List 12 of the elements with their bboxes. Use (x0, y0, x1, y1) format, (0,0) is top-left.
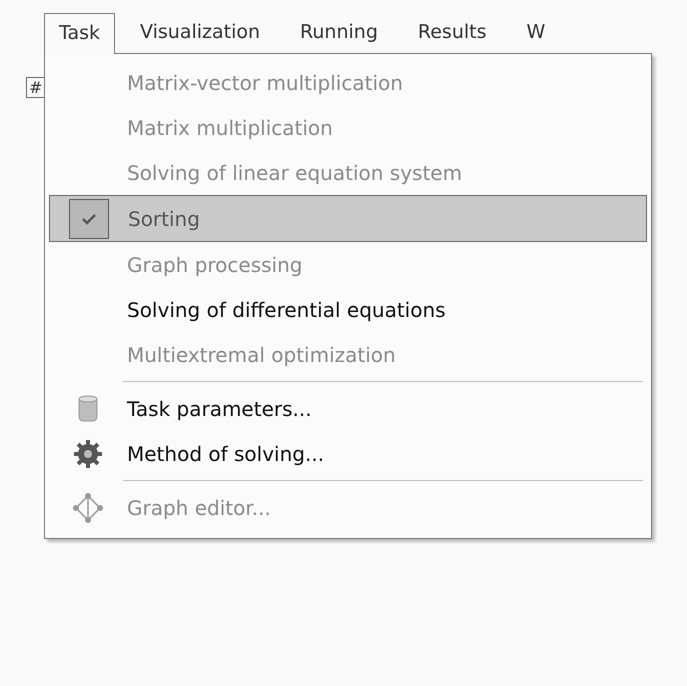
menu-option[interactable]: Task parameters... (45, 386, 651, 431)
menu-option[interactable]: Method of solving... (45, 431, 651, 476)
menu-item[interactable]: Task (44, 13, 116, 54)
menu-item[interactable]: Results (402, 12, 502, 53)
menu-item[interactable]: Running (285, 12, 393, 53)
menu-option[interactable]: Solving of differential equations (45, 287, 651, 332)
menu-item[interactable]: Visualization (125, 12, 276, 53)
menu-item[interactable]: W (512, 12, 560, 53)
checkmark-icon (69, 198, 109, 238)
graph-icon (72, 492, 104, 524)
cylinder-icon (77, 394, 99, 424)
gear-icon (73, 438, 103, 468)
